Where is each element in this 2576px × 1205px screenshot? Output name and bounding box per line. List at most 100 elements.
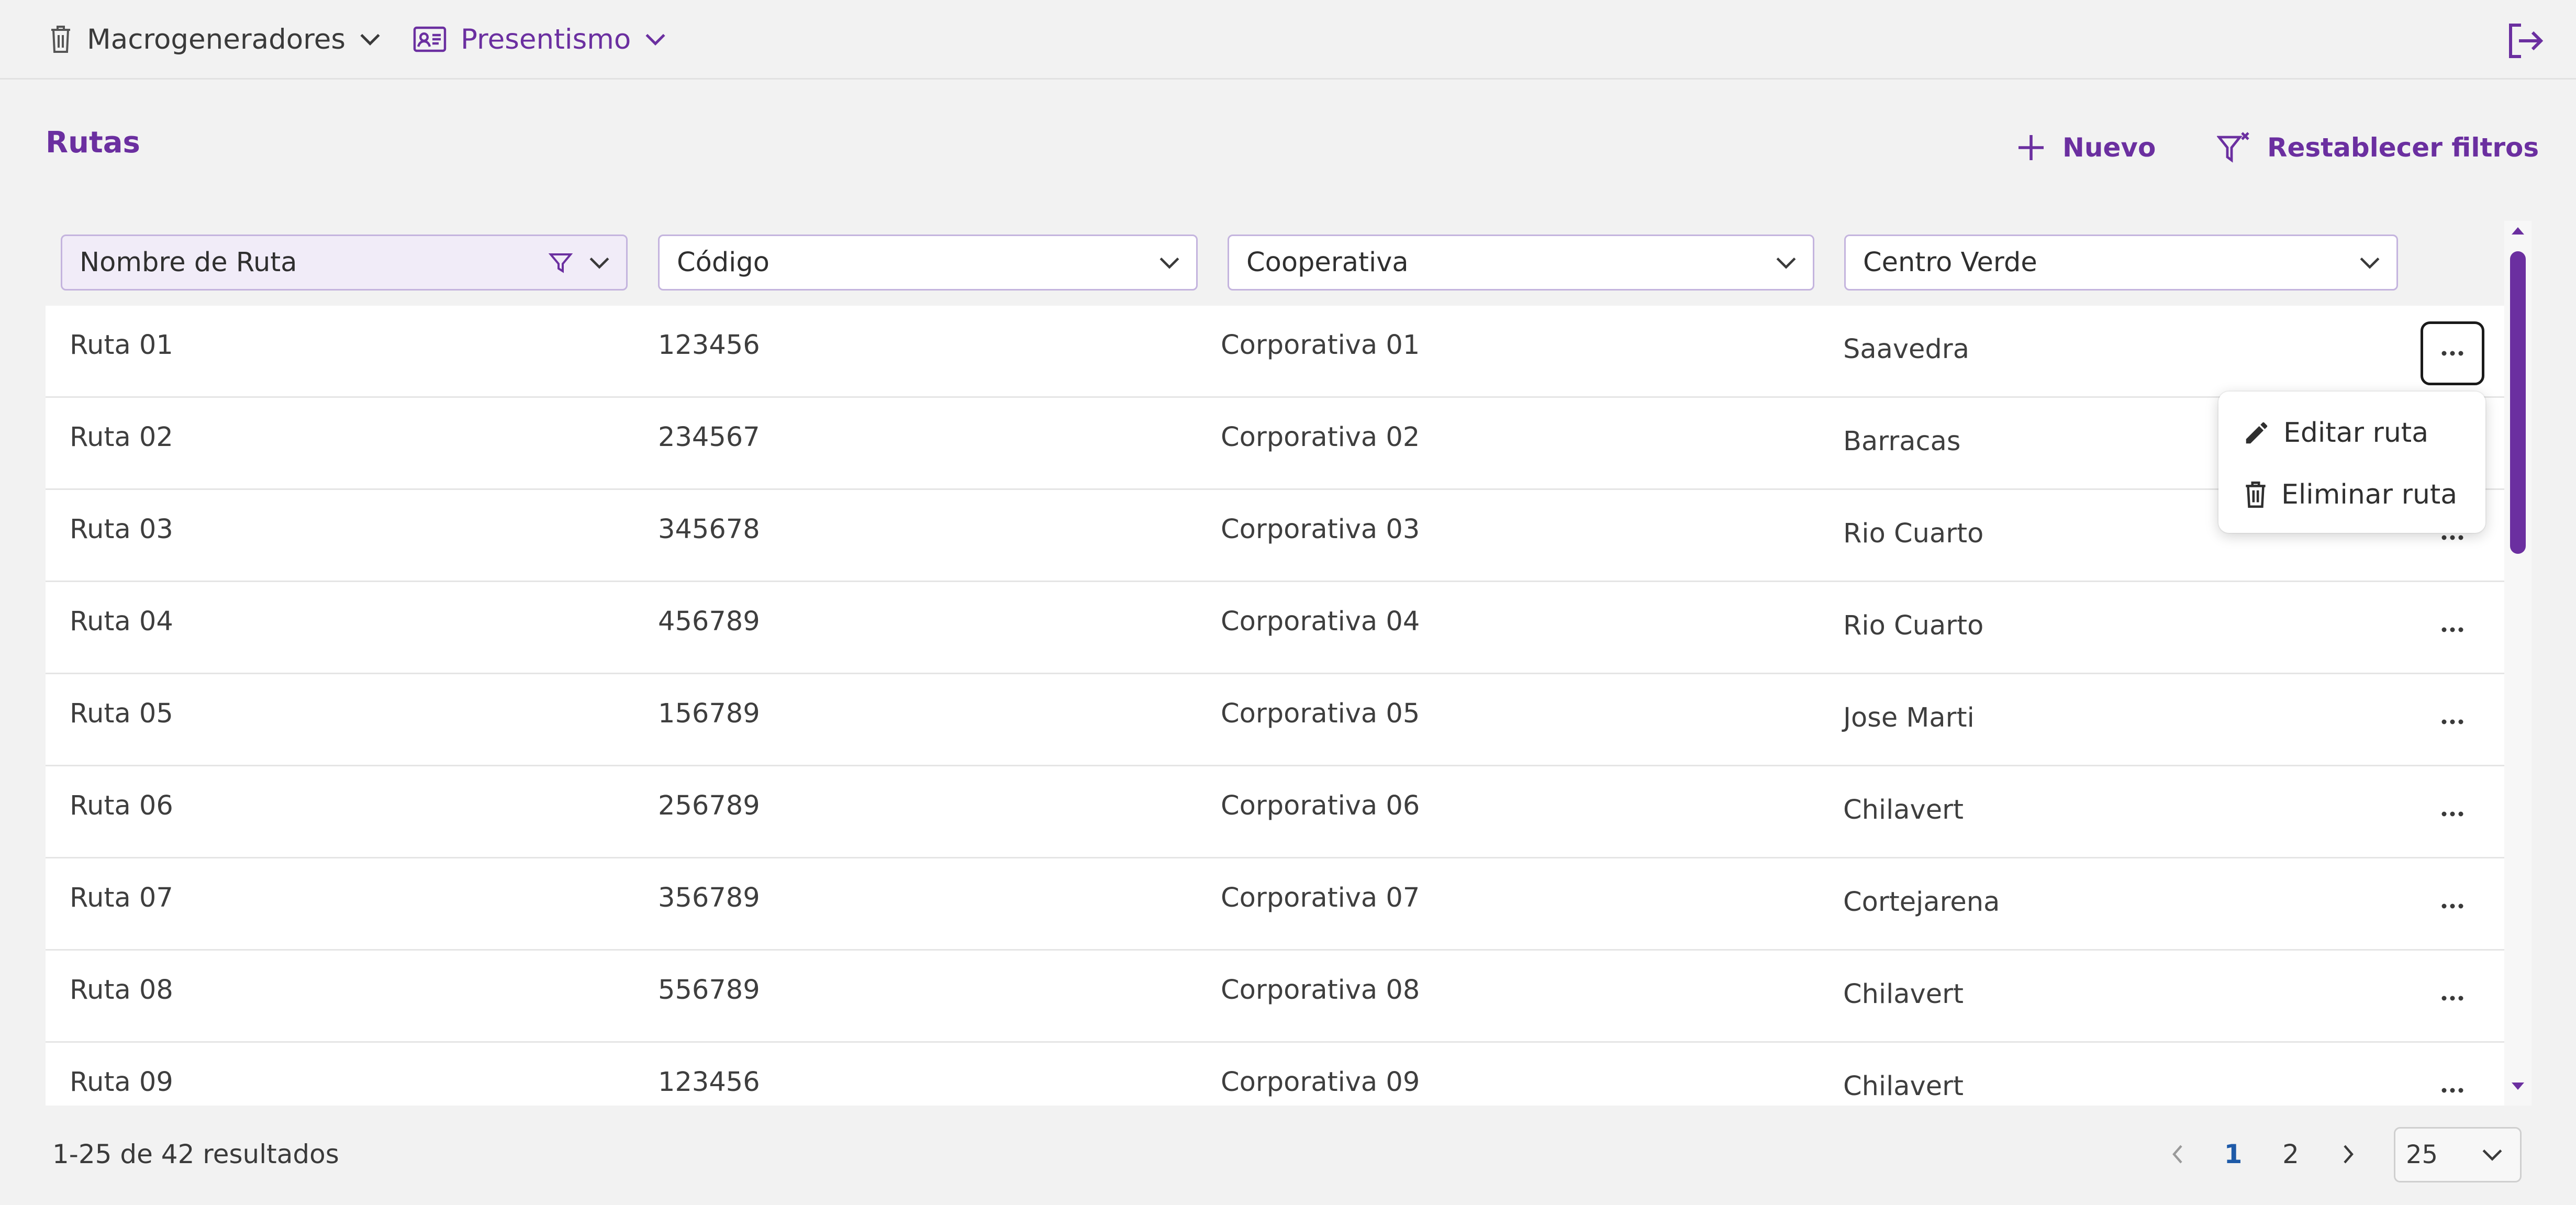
route-cooperative-cell: Corporativa 03 (1221, 514, 1420, 545)
ellipsis-icon (2441, 995, 2464, 1001)
table-row: Ruta 04 456789 Corporativa 04 Rio Cuarto (46, 582, 2504, 674)
route-center-cell: Rio Cuarto (1843, 518, 1984, 549)
delete-route-menu-item[interactable]: Eliminar ruta (2218, 464, 2485, 526)
previous-page-button[interactable] (2162, 1133, 2193, 1175)
logout-button[interactable] (2504, 20, 2546, 62)
route-name-cell: Ruta 07 (70, 883, 173, 913)
route-cooperative-cell: Corporativa 02 (1221, 422, 1420, 453)
route-cooperative-cell: Corporativa 07 (1221, 883, 1420, 913)
row-more-actions-button[interactable] (2421, 598, 2484, 662)
route-center-cell: Barracas (1843, 426, 1961, 457)
chevron-down-icon (359, 32, 381, 46)
filter-clear-icon (2217, 131, 2251, 164)
filter-code[interactable]: Código (658, 235, 1198, 291)
route-code-cell: 234567 (658, 422, 760, 453)
ellipsis-icon (2441, 350, 2464, 356)
nav-presentismo[interactable]: Presentismo (412, 21, 666, 58)
route-code-cell: 345678 (658, 514, 760, 545)
scroll-down-arrow[interactable] (2505, 1079, 2530, 1094)
chevron-down-icon (588, 256, 610, 270)
table-row: Ruta 06 256789 Corporativa 06 Chilavert (46, 766, 2504, 858)
route-name-cell: Ruta 08 (70, 975, 173, 1006)
table-row: Ruta 09 123456 Corporativa 09 Chilavert (46, 1043, 2504, 1106)
filter-icon (549, 251, 573, 274)
ellipsis-icon (2441, 534, 2464, 541)
row-more-actions-button[interactable] (2421, 874, 2484, 938)
table-row: Ruta 01 123456 Corporativa 01 Saavedra (46, 306, 2504, 398)
route-cooperative-cell: Corporativa 09 (1221, 1067, 1420, 1098)
route-name-cell: Ruta 09 (70, 1067, 173, 1098)
logout-icon (2504, 20, 2546, 62)
route-cooperative-cell: Corporativa 06 (1221, 790, 1420, 821)
route-center-cell: Rio Cuarto (1843, 610, 1984, 641)
chevron-left-icon (2171, 1144, 2184, 1165)
table-row: Ruta 03 345678 Corporativa 03 Rio Cuarto (46, 490, 2504, 582)
ellipsis-icon (2441, 1087, 2464, 1094)
delete-route-label: Eliminar ruta (2281, 479, 2458, 510)
new-route-button[interactable]: Nuevo (2015, 126, 2156, 170)
route-center-cell: Chilavert (1843, 1071, 1964, 1102)
filter-route-name-label: Nombre de Ruta (80, 247, 297, 278)
page-1-button[interactable]: 1 (2212, 1133, 2254, 1175)
route-code-cell: 356789 (658, 883, 760, 913)
ellipsis-icon (2441, 719, 2464, 725)
nav-macrogeneradores-label: Macrogeneradores (87, 23, 346, 55)
filter-route-name[interactable]: Nombre de Ruta (61, 235, 628, 291)
reset-filters-button[interactable]: Restablecer filtros (2217, 126, 2539, 170)
filter-cooperative[interactable]: Cooperativa (1228, 235, 1814, 291)
route-center-cell: Saavedra (1843, 334, 1970, 365)
ellipsis-icon (2441, 627, 2464, 633)
page-title: Rutas (46, 126, 140, 160)
route-center-cell: Chilavert (1843, 979, 1964, 1010)
new-route-label: Nuevo (2062, 132, 2156, 163)
row-more-actions-button[interactable] (2421, 1058, 2484, 1106)
row-more-actions-button[interactable] (2421, 966, 2484, 1030)
route-cooperative-cell: Corporativa 08 (1221, 975, 1420, 1006)
chevron-down-icon (1158, 256, 1180, 270)
scroll-up-arrow[interactable] (2505, 223, 2530, 238)
route-code-cell: 456789 (658, 606, 760, 637)
route-code-cell: 123456 (658, 330, 760, 361)
table-row: Ruta 05 156789 Corporativa 05 Jose Marti (46, 674, 2504, 766)
route-name-cell: Ruta 06 (70, 790, 173, 821)
routes-table-body: Ruta 01 123456 Corporativa 01 Saavedra Ruta … (46, 306, 2504, 1106)
route-name-cell: Ruta 03 (70, 514, 173, 545)
row-more-actions-button[interactable] (2421, 321, 2484, 385)
routes-table: Ruta 01 123456 Corporativa 01 Saavedra Ruta … (46, 306, 2504, 1106)
nav-macrogeneradores[interactable]: Macrogeneradores (48, 21, 381, 58)
table-row: Ruta 02 234567 Corporativa 02 Barracas (46, 398, 2504, 490)
edit-route-menu-item[interactable]: Editar ruta (2218, 402, 2485, 464)
chevron-down-icon (1775, 256, 1797, 270)
route-code-cell: 123456 (658, 1067, 760, 1098)
chevron-down-icon (644, 32, 666, 46)
route-code-cell: 556789 (658, 975, 760, 1006)
route-name-cell: Ruta 02 (70, 422, 173, 453)
route-center-cell: Cortejarena (1843, 887, 2000, 918)
route-cooperative-cell: Corporativa 04 (1221, 606, 1420, 637)
route-center-cell: Jose Marti (1843, 702, 1975, 733)
next-page-button[interactable] (2333, 1133, 2364, 1175)
row-more-actions-button[interactable] (2421, 782, 2484, 846)
scrollbar-thumb[interactable] (2510, 251, 2526, 554)
filter-green-center-label: Centro Verde (1863, 247, 2037, 278)
route-cooperative-cell: Corporativa 05 (1221, 698, 1420, 729)
ellipsis-icon (2441, 811, 2464, 817)
pencil-icon (2243, 419, 2271, 447)
trash-icon (2243, 479, 2269, 510)
ellipsis-icon (2441, 903, 2464, 909)
route-code-cell: 156789 (658, 698, 760, 729)
row-more-actions-button[interactable] (2421, 690, 2484, 754)
edit-route-label: Editar ruta (2283, 417, 2429, 449)
top-navigation-bar: Macrogeneradores Presentismo (0, 0, 2576, 80)
trash-icon (48, 24, 73, 55)
chevron-right-icon (2341, 1144, 2355, 1165)
plus-icon (2015, 132, 2047, 163)
route-center-cell: Chilavert (1843, 795, 1964, 825)
filter-green-center[interactable]: Centro Verde (1844, 235, 2398, 291)
results-count: 1-25 de 42 resultados (52, 1139, 339, 1169)
nav-presentismo-label: Presentismo (461, 23, 631, 55)
id-card-icon (412, 26, 447, 53)
page-2-button[interactable]: 2 (2270, 1133, 2312, 1175)
page-size-select[interactable]: 25 (2394, 1127, 2522, 1182)
route-code-cell: 256789 (658, 790, 760, 821)
